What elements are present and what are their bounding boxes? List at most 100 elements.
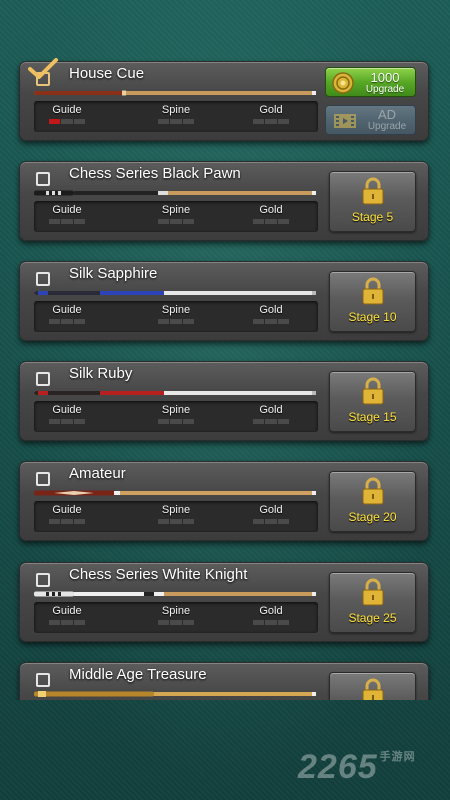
stat-guide: Guide: [37, 504, 97, 524]
stat-segment: [253, 519, 265, 524]
cue-image: [34, 190, 316, 196]
stats-panel: Guide Spine Gold: [34, 501, 318, 532]
stat-gold: Gold: [241, 605, 301, 625]
watermark-logo: 2265 手游网: [298, 748, 416, 786]
lock-icon: [362, 678, 384, 700]
stat-gold: Gold: [241, 304, 301, 324]
locked-stage-button[interactable]: Stage 10: [329, 271, 416, 332]
stat-spine: Spine: [146, 605, 206, 625]
lock-icon: [362, 477, 384, 505]
cue-image: [34, 691, 316, 697]
locked-stage-button[interactable]: [329, 672, 416, 700]
stat-gold: Gold: [241, 504, 301, 524]
stats-panel: Guide Spine Gold: [34, 101, 318, 132]
stat-guide: Guide: [37, 204, 97, 224]
stat-segment: [61, 319, 73, 324]
select-checkbox[interactable]: [36, 472, 50, 486]
cue-card-middle-age-treasure[interactable]: Middle Age Treasure: [19, 662, 429, 700]
stat-segment: [253, 319, 265, 324]
stat-segment: [182, 620, 194, 625]
stat-segment: [265, 419, 277, 424]
stat-segment: [265, 519, 277, 524]
stat-segment: [170, 620, 182, 625]
stat-guide: Guide: [37, 404, 97, 424]
cue-card-silk-ruby[interactable]: Silk Ruby Guide Spine Gold Stage 15: [19, 361, 429, 441]
cue-name: Silk Sapphire: [69, 265, 158, 282]
stat-bar: [158, 219, 194, 224]
cue-card-chess-black-pawn[interactable]: Chess Series Black Pawn Guide Spine Gold: [19, 161, 429, 241]
stat-segment: [170, 119, 182, 124]
stat-segment: [182, 319, 194, 324]
stat-segment: [277, 119, 289, 124]
stat-segment: [158, 219, 170, 224]
stat-segment: [170, 219, 182, 224]
stat-segment: [253, 219, 265, 224]
stats-panel: Guide Spine Gold: [34, 301, 318, 332]
stat-segment: [253, 620, 265, 625]
stat-segment: [265, 119, 277, 124]
cue-card-silk-sapphire[interactable]: Silk Sapphire Guide Spine Gold Stage 10: [19, 261, 429, 341]
stat-segment: [253, 119, 265, 124]
select-checkbox[interactable]: [36, 272, 50, 286]
film-icon: [334, 114, 356, 128]
stat-bar: [253, 419, 289, 424]
stat-bar: [253, 519, 289, 524]
locked-stage-button[interactable]: Stage 20: [329, 471, 416, 532]
cue-card-chess-white-knight[interactable]: Chess Series White Knight Guide Spine Go…: [19, 562, 429, 642]
locked-stage-button[interactable]: Stage 25: [329, 572, 416, 633]
stat-gold: Gold: [241, 204, 301, 224]
stat-bar: [253, 219, 289, 224]
stat-bar: [158, 419, 194, 424]
stat-bar: [49, 620, 85, 625]
stat-segment: [182, 219, 194, 224]
stat-bar: [49, 119, 85, 124]
stat-segment: [61, 119, 73, 124]
upgrade-button[interactable]: 1000 Upgrade: [325, 67, 416, 97]
stat-segment: [49, 419, 61, 424]
stats-panel: Guide Spine Gold: [34, 201, 318, 232]
lock-icon: [362, 377, 384, 405]
stat-segment: [277, 219, 289, 224]
cue-card-amateur[interactable]: Amateur Guide Spine Gold Stage 20: [19, 461, 429, 541]
stat-guide: Guide: [37, 605, 97, 625]
stat-segment: [73, 519, 85, 524]
stat-segment: [61, 519, 73, 524]
cue-name: Chess Series Black Pawn: [69, 165, 241, 182]
cue-image: [34, 490, 316, 496]
lock-icon: [362, 578, 384, 606]
stat-segment: [49, 319, 61, 324]
stat-bar: [49, 319, 85, 324]
stat-segment: [277, 620, 289, 625]
locked-stage-button[interactable]: Stage 5: [329, 171, 416, 232]
stat-segment: [277, 519, 289, 524]
locked-stage-button[interactable]: Stage 15: [329, 371, 416, 432]
cue-name: Chess Series White Knight: [69, 566, 248, 583]
stat-spine: Spine: [146, 104, 206, 124]
cue-image: [34, 291, 316, 295]
stat-segment: [61, 419, 73, 424]
stat-segment: [265, 319, 277, 324]
select-checkbox[interactable]: [36, 372, 50, 386]
cue-name: Amateur: [69, 465, 126, 482]
ad-upgrade-button[interactable]: AD Upgrade: [325, 105, 416, 135]
stat-guide: Guide: [37, 304, 97, 324]
cue-image: [34, 591, 316, 597]
stat-segment: [182, 119, 194, 124]
select-checkbox[interactable]: [36, 172, 50, 186]
stat-spine: Spine: [146, 204, 206, 224]
lock-icon: [362, 177, 384, 205]
stat-segment: [277, 319, 289, 324]
stat-segment: [170, 419, 182, 424]
stat-segment: [158, 119, 170, 124]
stat-segment: [49, 119, 61, 124]
stat-segment: [61, 620, 73, 625]
select-checkbox[interactable]: [36, 573, 50, 587]
stat-spine: Spine: [146, 404, 206, 424]
stat-segment: [158, 319, 170, 324]
stat-segment: [73, 620, 85, 625]
stat-segment: [158, 519, 170, 524]
select-checkbox[interactable]: [36, 673, 50, 687]
stat-segment: [182, 519, 194, 524]
cue-card-house-cue[interactable]: House Cue Guide Spine Gold 1000 Upgrade …: [19, 58, 429, 141]
cue-list[interactable]: House Cue Guide Spine Gold 1000 Upgrade …: [0, 0, 450, 700]
